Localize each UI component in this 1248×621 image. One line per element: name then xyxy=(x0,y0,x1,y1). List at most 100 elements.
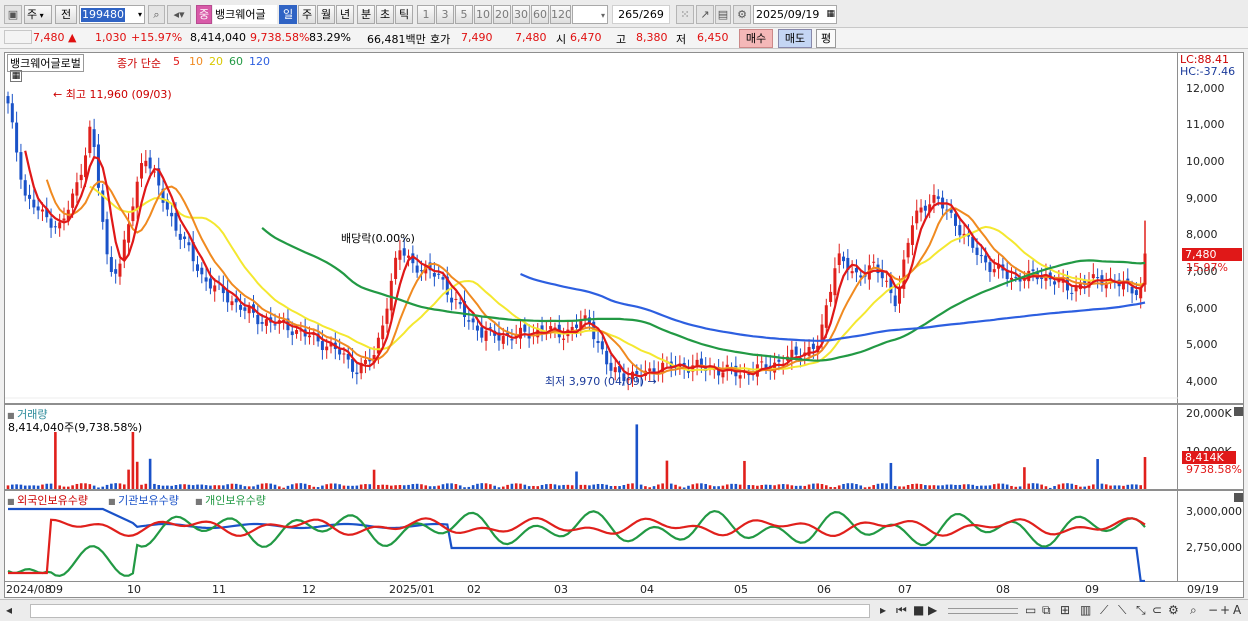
period-second[interactable]: 초 xyxy=(376,5,394,24)
period-month[interactable]: 월 xyxy=(317,5,335,24)
price-chart-pane[interactable]: 뱅크웨어글로벌 종가 단순 5 10 20 60 120 ▦ ← 최고 11,9… xyxy=(4,52,1179,405)
buy-button[interactable]: 매수 xyxy=(739,29,773,48)
period-day[interactable]: 일 xyxy=(279,5,297,24)
period-tick[interactable]: 틱 xyxy=(395,5,413,24)
x-end-label: 09/19 xyxy=(1187,583,1219,596)
drawing-icon[interactable]: ↗ xyxy=(696,5,714,24)
draw-icon[interactable]: ⟍ xyxy=(1118,603,1126,618)
interval-60[interactable]: 60 xyxy=(531,5,549,24)
volume-bar xyxy=(1057,484,1061,489)
period-week[interactable]: 주 xyxy=(298,5,316,24)
pane-close-icon[interactable] xyxy=(1234,407,1243,416)
scroll-bar[interactable]: ◂ ▸ ⏮ ■ ▶ ▭ ⧉ ⊞ ▥ ⟋ ⟍ ⤡ ⊂ ⚙ ⌕ − + A xyxy=(0,599,1248,621)
window-icon[interactable]: ▣ xyxy=(4,5,22,24)
ma5-label[interactable]: 5 xyxy=(173,55,180,68)
calendar-icon[interactable]: ▦ xyxy=(826,6,835,23)
grid-icon[interactable]: ⁙ xyxy=(676,5,694,24)
candle-body xyxy=(467,320,471,322)
volume-chart[interactable] xyxy=(5,405,1179,491)
interval-5[interactable]: 5 xyxy=(455,5,473,24)
ma20-label[interactable]: 20 xyxy=(209,55,223,68)
volume-bar xyxy=(669,483,673,489)
period-year[interactable]: 년 xyxy=(336,5,354,24)
search-icon[interactable]: ⌕ xyxy=(148,5,165,24)
calculator-icon[interactable]: ▦ xyxy=(10,70,22,82)
chart-icon[interactable]: ▥ xyxy=(1080,603,1091,617)
volume-bar xyxy=(131,432,135,489)
volume-pane[interactable]: ■ 거래량 8,414,040주(9,738.58%) xyxy=(4,404,1178,490)
rewind-icon[interactable]: ⏮ xyxy=(896,603,907,618)
volume-bar xyxy=(325,484,329,489)
pane-close-icon[interactable] xyxy=(1234,493,1243,502)
sell-button[interactable]: 매도 xyxy=(778,29,812,48)
left-arrow-icon: ← xyxy=(53,88,63,101)
volume-bar xyxy=(222,485,225,489)
candle-body xyxy=(562,338,566,340)
zoom-icon[interactable]: ⌕ xyxy=(1190,603,1197,618)
interval-10[interactable]: 10 xyxy=(474,5,492,24)
date-input[interactable]: 2025/09/19 ▦ xyxy=(753,5,837,24)
candle-body xyxy=(984,255,988,263)
interval-20[interactable]: 20 xyxy=(493,5,511,24)
candle-body xyxy=(140,163,144,179)
price-chart[interactable] xyxy=(5,53,1179,405)
period-minute[interactable]: 분 xyxy=(357,5,375,24)
speaker-icon[interactable]: ◂▾ xyxy=(167,5,191,24)
ma60-label[interactable]: 60 xyxy=(229,55,243,68)
zoom-out-icon[interactable]: − xyxy=(1208,603,1218,617)
interval-120[interactable]: 120 xyxy=(550,5,571,24)
stop-icon[interactable]: ■ xyxy=(913,603,924,617)
scroll-left-icon[interactable]: ◂ xyxy=(6,603,12,617)
interval-3[interactable]: 3 xyxy=(436,5,454,24)
volume-bar xyxy=(11,484,14,489)
grid-icon[interactable]: ⊞ xyxy=(1060,603,1070,617)
eval-button[interactable]: 평 xyxy=(816,29,836,48)
code-input[interactable]: 199480 ▾ xyxy=(79,5,145,24)
settings-icon[interactable]: ⚙ xyxy=(1168,603,1179,617)
copy-icon[interactable]: ⧉ xyxy=(1042,603,1051,618)
layout-icon[interactable]: ▭ xyxy=(1025,603,1036,617)
institution-holding-label[interactable]: ■ 기관보유수량 xyxy=(108,492,179,508)
market-select[interactable]: 주 ▾ xyxy=(24,5,52,24)
font-icon[interactable]: A xyxy=(1233,603,1241,617)
scroll-track[interactable] xyxy=(30,604,870,618)
ma10-label[interactable]: 10 xyxy=(189,55,203,68)
volume-bar xyxy=(876,483,880,489)
x-tick: 04 xyxy=(640,583,654,596)
candle-body xyxy=(988,262,992,272)
candle-body xyxy=(394,257,398,279)
volume-bar xyxy=(997,483,1000,489)
retail-holding-label[interactable]: ■ 개인보유수량 xyxy=(195,492,266,508)
zoom-in-icon[interactable]: + xyxy=(1220,603,1230,617)
prev-button[interactable]: 전 xyxy=(55,5,77,24)
candle-body xyxy=(1070,292,1074,294)
volume-bar xyxy=(971,484,975,489)
candle-body xyxy=(88,126,92,154)
volume-bar xyxy=(161,485,165,489)
volume-bar xyxy=(1070,483,1074,489)
volume-bar xyxy=(1113,485,1117,489)
pointer-icon[interactable]: ⤡ xyxy=(1136,603,1146,618)
interval-30[interactable]: 30 xyxy=(512,5,530,24)
volume-bar xyxy=(506,484,509,489)
volume-bar xyxy=(648,487,652,489)
magnet-icon[interactable]: ⊂ xyxy=(1152,603,1162,617)
candle-body xyxy=(605,350,609,365)
count-value[interactable]: 265 xyxy=(618,8,639,21)
save-icon[interactable]: ▤ xyxy=(715,5,731,24)
holding-pane[interactable]: ■ 외국인보유수량 ■ 기관보유수량 ■ 개인보유수량 xyxy=(4,490,1179,583)
line-icon[interactable]: ⟋ xyxy=(1100,603,1108,618)
zoom-slider[interactable] xyxy=(948,608,1018,614)
holding-chart[interactable] xyxy=(5,491,1179,583)
retail-holding-text: 개인보유수량 xyxy=(205,494,266,507)
ma120-label[interactable]: 120 xyxy=(249,55,270,68)
x-tick: 09 xyxy=(1085,583,1099,596)
volume-bar xyxy=(734,483,738,489)
interval-select[interactable]: ▾ xyxy=(572,5,608,24)
volume-bar xyxy=(101,486,105,489)
interval-1[interactable]: 1 xyxy=(417,5,435,24)
scroll-right-icon[interactable]: ▸ xyxy=(880,603,886,617)
play-icon[interactable]: ▶ xyxy=(928,603,937,617)
foreign-holding-label[interactable]: ■ 외국인보유수량 xyxy=(7,492,88,508)
gear-icon[interactable]: ⚙ xyxy=(733,5,751,24)
